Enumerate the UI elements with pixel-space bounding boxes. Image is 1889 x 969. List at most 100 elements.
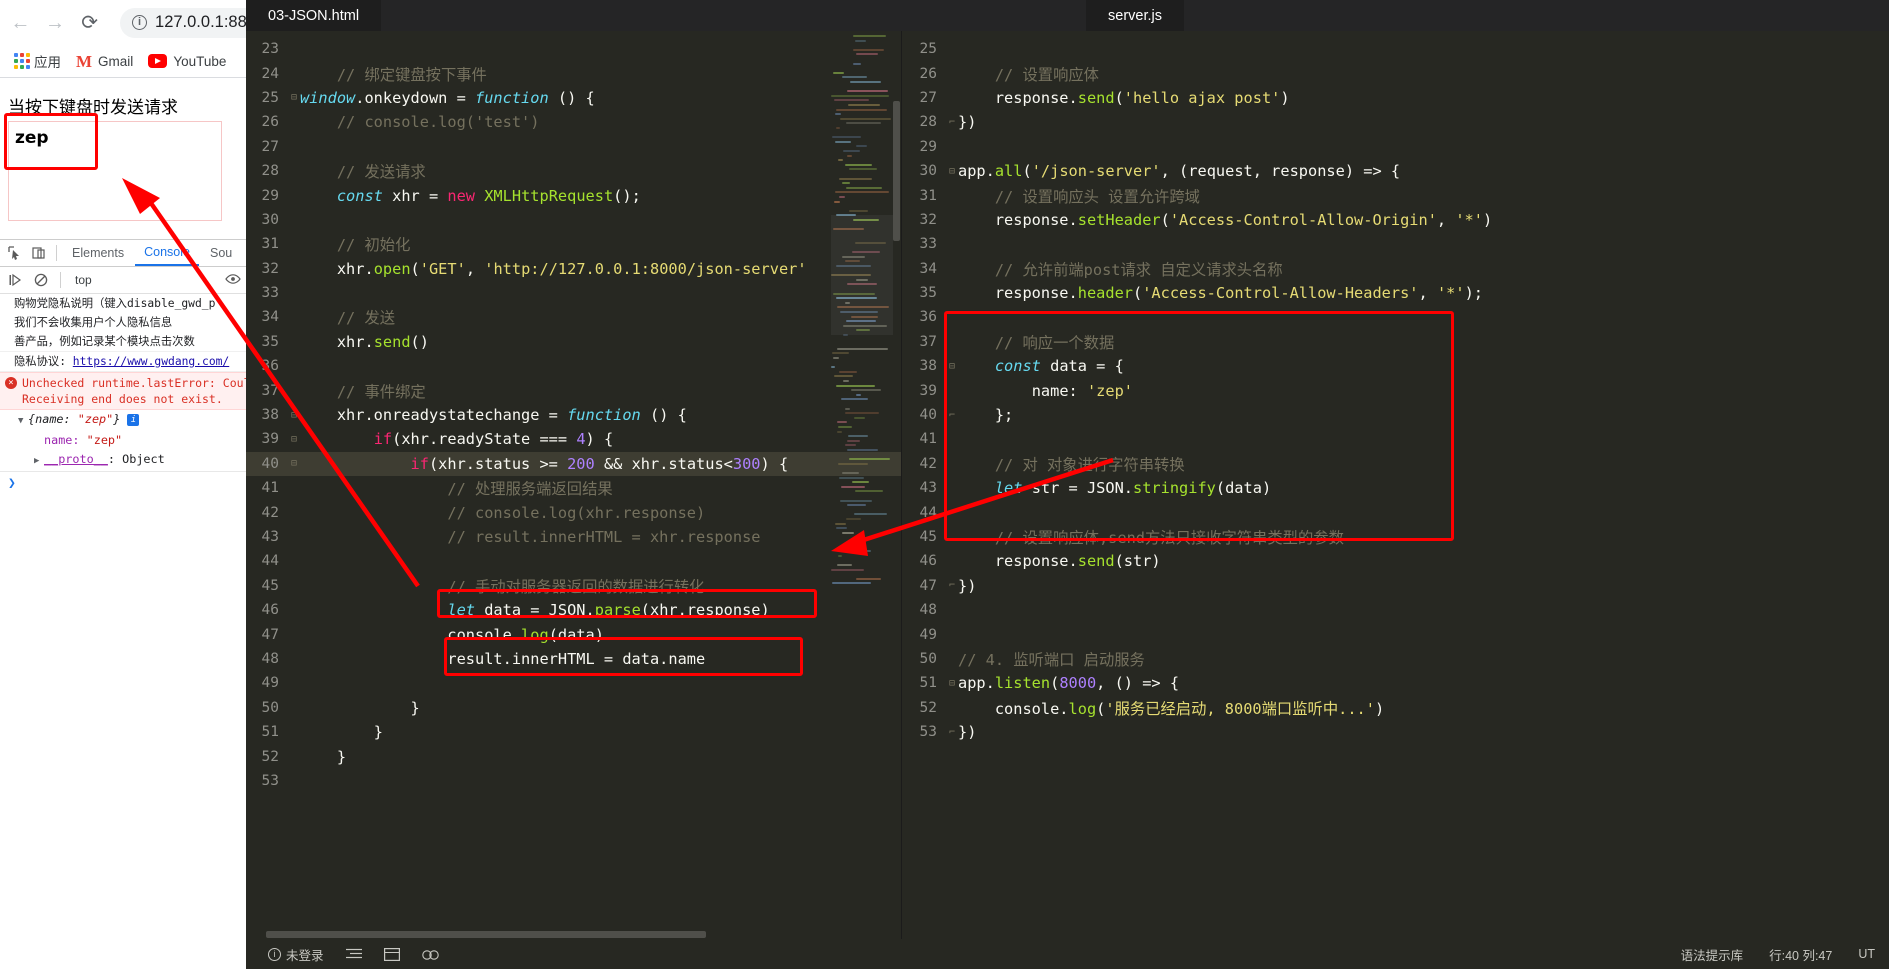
tab-sources[interactable]: Sou bbox=[201, 242, 241, 265]
editor-left[interactable]: 23 24 // 绑定键盘按下事件 25 ⊟ window.onkeydown = fu… bbox=[246, 31, 901, 939]
code-line[interactable]: 44 bbox=[902, 500, 1889, 524]
code-line[interactable]: 33 bbox=[246, 281, 901, 305]
code-line[interactable]: 53 ⌐}) bbox=[902, 720, 1889, 744]
fold-indicator[interactable]: ⊟ bbox=[946, 166, 958, 177]
code-line[interactable]: 41 // 处理服务端返回结果 bbox=[246, 476, 901, 500]
code-line[interactable]: 33 bbox=[902, 232, 1889, 256]
code-line[interactable]: 36 bbox=[902, 305, 1889, 329]
site-info-icon[interactable]: i bbox=[132, 15, 147, 30]
list-icon[interactable] bbox=[346, 948, 362, 960]
code-line[interactable]: 30 ⊟ app.all('/json-server', (request, res… bbox=[902, 159, 1889, 183]
code-line[interactable]: 28 ⌐}) bbox=[902, 110, 1889, 134]
fold-indicator[interactable]: ⌐ bbox=[946, 580, 958, 591]
console-object-proto[interactable]: ▶ __proto__: Object bbox=[0, 450, 247, 471]
editor-right[interactable]: 25 26 // 设置响应体 27 response.send('hello aja… bbox=[901, 31, 1889, 939]
code-line[interactable]: 34 // 允许前端post请求 自定义请求头名称 bbox=[902, 257, 1889, 281]
proto-expand-arrow-icon[interactable]: ▶ bbox=[34, 452, 44, 471]
proto-key[interactable]: __proto__ bbox=[44, 452, 108, 466]
info-icon[interactable]: i bbox=[127, 414, 139, 426]
fold-indicator[interactable]: ⌐ bbox=[946, 727, 958, 738]
code-line[interactable]: 40 ⊟ if(xhr.status >= 200 && xhr.status<3… bbox=[246, 452, 901, 476]
minimap-left[interactable] bbox=[831, 35, 893, 595]
code-line[interactable]: 42 // console.log(xhr.response) bbox=[246, 500, 901, 524]
execute-icon[interactable] bbox=[4, 270, 26, 290]
minimap-viewport[interactable] bbox=[831, 215, 893, 335]
fold-indicator[interactable]: ⊟ bbox=[288, 92, 300, 103]
layers-icon[interactable] bbox=[422, 948, 440, 961]
code-line[interactable]: 49 bbox=[246, 671, 901, 695]
expand-arrow-icon[interactable]: ▼ bbox=[18, 412, 28, 431]
tab-server-js[interactable]: server.js bbox=[1086, 0, 1184, 31]
console-log[interactable]: 购物党隐私说明（键入disable_gwd_p 我们不会收集用户个人隐私信息 善… bbox=[0, 294, 247, 758]
code-left[interactable]: 23 24 // 绑定键盘按下事件 25 ⊟ window.onkeydown = fu… bbox=[246, 31, 901, 939]
code-line[interactable]: 50 // 4. 监听端口 启动服务 bbox=[902, 647, 1889, 671]
code-line[interactable]: 52 console.log('服务已经启动, 8000端口监听中...') bbox=[902, 696, 1889, 720]
code-line[interactable]: 24 // 绑定键盘按下事件 bbox=[246, 61, 901, 85]
code-line[interactable]: 38 ⊟ xhr.onreadystatechange = function ()… bbox=[246, 403, 901, 427]
code-line[interactable]: 28 // 发送请求 bbox=[246, 159, 901, 183]
code-line[interactable]: 35 xhr.send() bbox=[246, 330, 901, 354]
fold-indicator[interactable]: ⊟ bbox=[946, 361, 958, 372]
code-line[interactable]: 53 bbox=[246, 769, 901, 793]
code-line[interactable]: 32 xhr.open('GET', 'http://127.0.0.1:800… bbox=[246, 257, 901, 281]
code-line[interactable]: 23 bbox=[246, 37, 901, 61]
code-line[interactable]: 30 bbox=[246, 208, 901, 232]
code-line[interactable]: 42 // 对 对象进行字符串转换 bbox=[902, 452, 1889, 476]
code-line[interactable]: 46 let data = JSON.parse(xhr.response) bbox=[246, 598, 901, 622]
code-line[interactable]: 27 response.send('hello ajax post') bbox=[902, 86, 1889, 110]
code-line[interactable]: 44 bbox=[246, 549, 901, 573]
fold-indicator[interactable]: ⊟ bbox=[946, 678, 958, 689]
tab-console[interactable]: Console bbox=[135, 241, 199, 266]
code-line[interactable]: 45 // 手动对服务器返回的数据进行转化 bbox=[246, 574, 901, 598]
code-line[interactable]: 41 bbox=[902, 427, 1889, 451]
encoding-indicator[interactable]: UT bbox=[1858, 947, 1875, 961]
panel-icon[interactable] bbox=[384, 948, 400, 961]
code-line[interactable]: 48 result.innerHTML = data.name bbox=[246, 647, 901, 671]
code-line[interactable]: 43 let str = JSON.stringify(data) bbox=[902, 476, 1889, 500]
bookmark-apps[interactable]: 应用 bbox=[10, 49, 65, 73]
tab-elements[interactable]: Elements bbox=[63, 242, 133, 265]
code-line[interactable]: 39 name: 'zep' bbox=[902, 378, 1889, 402]
code-line[interactable]: 37 // 响应一个数据 bbox=[902, 330, 1889, 354]
scrollbar-horizontal-left[interactable] bbox=[246, 930, 901, 939]
scrollbar-vertical-left[interactable] bbox=[892, 31, 901, 939]
forward-button[interactable]: → bbox=[45, 12, 66, 34]
code-line[interactable]: 27 bbox=[246, 135, 901, 159]
code-line[interactable]: 25 ⊟ window.onkeydown = function () { bbox=[246, 86, 901, 110]
code-line[interactable]: 51 ⊟ app.listen(8000, () => { bbox=[902, 671, 1889, 695]
code-line[interactable]: 45 // 设置响应体,send方法只接收字符串类型的参数 bbox=[902, 525, 1889, 549]
clear-console-icon[interactable] bbox=[30, 270, 52, 290]
scroll-thumb[interactable] bbox=[893, 101, 900, 241]
context-selector[interactable]: top bbox=[69, 273, 98, 287]
code-line[interactable]: 36 bbox=[246, 354, 901, 378]
code-line[interactable]: 37 // 事件绑定 bbox=[246, 378, 901, 402]
fold-indicator[interactable]: ⊟ bbox=[288, 434, 300, 445]
code-line[interactable]: 40 ⌐ }; bbox=[902, 403, 1889, 427]
fold-indicator[interactable]: ⌐ bbox=[946, 410, 958, 421]
console-object-summary[interactable]: ▼ {name: "zep"} i bbox=[0, 410, 247, 431]
syntax-hint-library[interactable]: 语法提示库 bbox=[1681, 945, 1744, 964]
bookmark-youtube[interactable]: YouTube bbox=[144, 52, 230, 71]
code-line[interactable]: 49 bbox=[902, 622, 1889, 646]
privacy-policy-link[interactable]: https://www.gwdang.com/ bbox=[73, 355, 229, 368]
code-line[interactable]: 31 // 初始化 bbox=[246, 232, 901, 256]
code-line[interactable]: 46 response.send(str) bbox=[902, 549, 1889, 573]
inspect-icon[interactable] bbox=[4, 243, 26, 263]
code-line[interactable]: 29 const xhr = new XMLHttpRequest(); bbox=[246, 183, 901, 207]
fold-indicator[interactable]: ⌐ bbox=[946, 117, 958, 128]
code-line[interactable]: 47 console.log(data) bbox=[246, 622, 901, 646]
tab-03-json-html[interactable]: 03-JSON.html bbox=[246, 0, 381, 31]
code-line[interactable]: 38 ⊟ const data = { bbox=[902, 354, 1889, 378]
code-line[interactable]: 26 // 设置响应体 bbox=[902, 61, 1889, 85]
code-line[interactable]: 50 } bbox=[246, 696, 901, 720]
device-toolbar-icon[interactable] bbox=[28, 243, 50, 263]
cursor-position[interactable]: 行:40 列:47 bbox=[1769, 945, 1832, 964]
code-line[interactable]: 35 response.header('Access-Control-Allow… bbox=[902, 281, 1889, 305]
account-status[interactable]: i 未登录 bbox=[268, 945, 324, 964]
code-line[interactable]: 29 bbox=[902, 135, 1889, 159]
code-line[interactable]: 52 } bbox=[246, 744, 901, 768]
eye-icon[interactable] bbox=[225, 273, 241, 288]
code-line[interactable]: 31 // 设置响应头 设置允许跨域 bbox=[902, 183, 1889, 207]
scroll-thumb-h[interactable] bbox=[266, 931, 706, 938]
back-button[interactable]: ← bbox=[10, 12, 31, 34]
